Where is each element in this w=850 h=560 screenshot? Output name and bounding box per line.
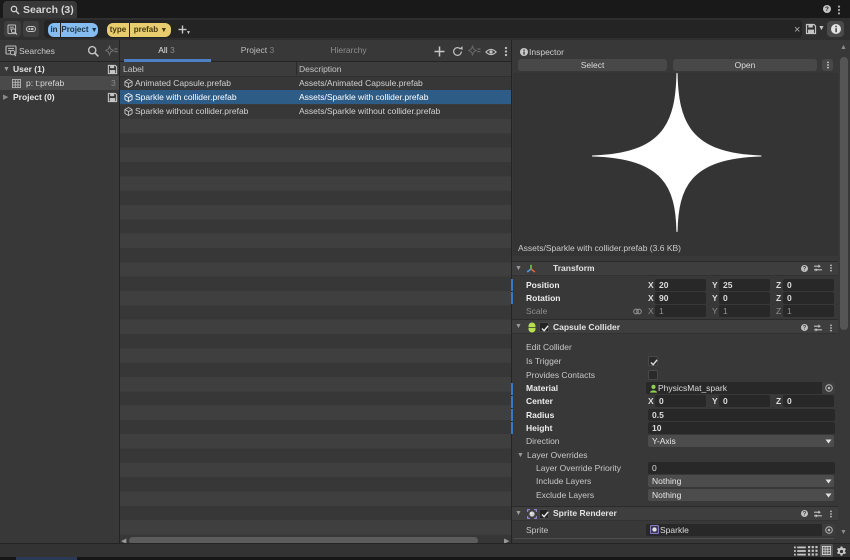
svg-text:?: ? (802, 266, 806, 272)
svg-text:?: ? (825, 6, 829, 13)
svg-text:?: ? (802, 511, 806, 517)
svg-text:?: ? (802, 325, 806, 331)
